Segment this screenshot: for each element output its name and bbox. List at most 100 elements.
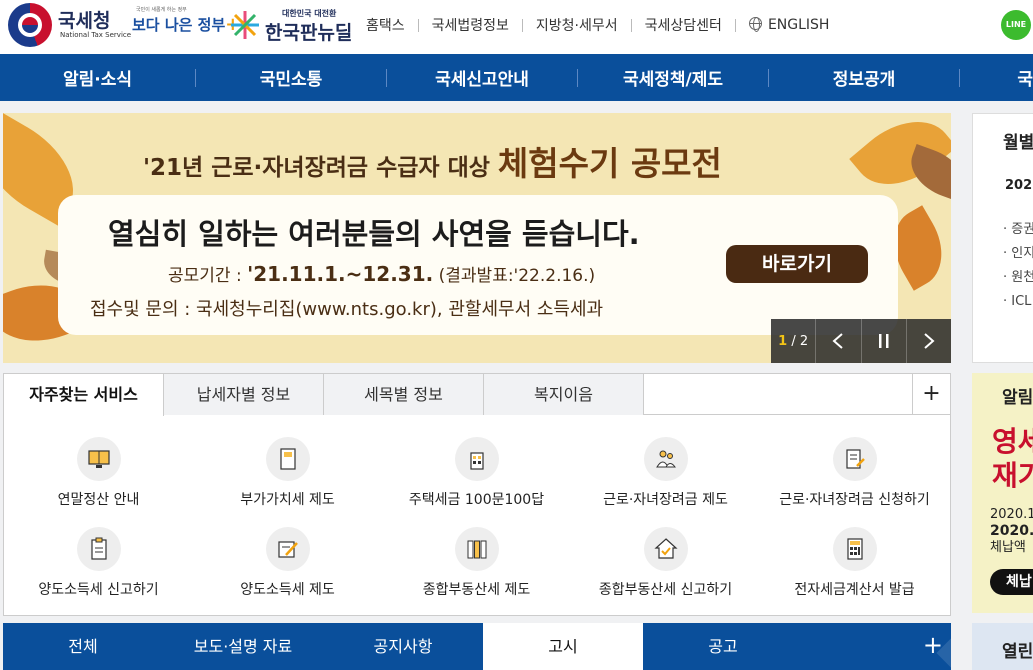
service-comprehensive-property-system[interactable]: 종합부동산세 제도 — [382, 527, 571, 599]
service-label: 종합부동산세 신고하기 — [598, 582, 733, 598]
service-year-end-settlement[interactable]: 연말정산 안내 — [4, 437, 193, 509]
better-government-tagline: 국민이 새롭게 하는 정부 — [136, 7, 187, 13]
nav-information[interactable]: 정보공개 — [769, 65, 959, 90]
better-government-text: 보다 나은 정부 — [132, 16, 226, 34]
banner-headline: 열심히 일하는 여러분들의 사연을 듣습니다. — [108, 217, 640, 251]
service-transfer-tax-file[interactable]: 양도소득세 신고하기 — [4, 527, 193, 599]
prev-slide-button[interactable] — [815, 319, 860, 363]
tab-frequent-services[interactable]: 자주찾는 서비스 — [4, 374, 164, 416]
house-check-icon — [643, 527, 688, 571]
link-regional-offices[interactable]: 지방청·세무서 — [536, 15, 618, 35]
panel-title: 알림 — [1002, 388, 1033, 408]
tab-tax-item-info[interactable]: 세목별 정보 — [324, 374, 484, 415]
nav-news[interactable]: 알림·소식 — [0, 65, 195, 90]
service-comprehensive-property-file[interactable]: 종합부동산세 신고하기 — [571, 527, 760, 599]
better-government-logo[interactable]: 국민이 새롭게 하는 정부 보다 나은 정부+ — [132, 7, 240, 35]
notice-more-button[interactable]: + — [923, 623, 943, 667]
banner-title-strong: 체험수기 공모전 — [497, 144, 722, 183]
banner-counter: 1 / 2 — [771, 319, 815, 363]
panel-title: 월별 — [1003, 133, 1033, 153]
service-label: 전자세금계산서 발급 — [794, 582, 915, 598]
list-item[interactable]: · 증권 — [1003, 218, 1033, 242]
list-item[interactable]: · 인지 — [1003, 242, 1033, 266]
divider — [630, 18, 632, 32]
promo-date: 2020.1 — [990, 523, 1033, 539]
banner-contact: 접수및 문의 : 국세청누리집(www.nts.go.kr), 관할세무서 소득… — [90, 299, 604, 320]
banner-go-button[interactable]: 바로가기 — [726, 245, 868, 283]
link-english-label: ENGLISH — [767, 17, 830, 33]
period-label: 공모기간 : — [168, 266, 242, 286]
counter-current: 1 — [778, 333, 788, 349]
banner-title-prefix: '21년 근로·자녀장려금 수급자 대상 — [143, 155, 490, 181]
nts-emblem-icon[interactable] — [8, 3, 52, 47]
list-item[interactable]: · ICL — [1003, 290, 1033, 314]
link-consult-center[interactable]: 국세상담센터 — [645, 15, 722, 35]
service-vat-system[interactable]: 부가가치세 제도 — [193, 437, 382, 509]
panel-year: 2021 — [1005, 178, 1033, 193]
promo-line: 영세 — [992, 425, 1033, 458]
open-panel[interactable]: 열린 — [972, 623, 1033, 670]
promo-date: 체납액 — [990, 540, 1026, 555]
service-label: 근로·자녀장려금 신청하기 — [779, 492, 930, 508]
panel-title: 열린 — [1002, 642, 1033, 662]
promo-big-text: 영세 재기 — [992, 425, 1033, 493]
service-transfer-tax-system[interactable]: 양도소득세 제도 — [193, 527, 382, 599]
monitor-book-icon — [76, 437, 121, 481]
logo-subtitle: National Tax Service — [60, 31, 132, 39]
service-e-tax-invoice[interactable]: 전자세금계산서 발급 — [760, 527, 949, 599]
banner-card: 열심히 일하는 여러분들의 사연을 듣습니다. 공모기간 : '21.11.1.… — [58, 195, 898, 335]
nav-communication[interactable]: 국민소통 — [196, 65, 386, 90]
services-more-button[interactable]: + — [912, 374, 950, 414]
building-icon — [454, 437, 499, 481]
nav-more[interactable]: 국 — [960, 65, 1033, 90]
promo-pill-button[interactable]: 체납 — [990, 569, 1033, 595]
period-note: (결과발표:'22.2.16.) — [438, 266, 596, 286]
counter-total: / 2 — [791, 333, 809, 349]
nav-tax-policy[interactable]: 국세정책/제도 — [578, 65, 768, 90]
service-label: 부가가치세 제도 — [240, 492, 335, 508]
pause-slide-button[interactable] — [860, 319, 906, 363]
notice-promo-panel[interactable]: 알림 영세 재기 2020.1 2020.1 체납액 체납 — [972, 373, 1033, 613]
service-incentive-apply[interactable]: 근로·자녀장려금 신청하기 — [760, 437, 949, 509]
tab-press[interactable]: 보도·설명 자료 — [163, 623, 323, 670]
newdeal-logo[interactable]: 한국판뉴딜 — [265, 18, 352, 45]
page: 국세청 National Tax Service 국민이 새롭게 하는 정부 보… — [0, 0, 1033, 670]
service-label: 연말정산 안내 — [57, 492, 140, 508]
chevron-left-icon — [832, 333, 844, 349]
monthly-list: · 증권 · 인지 · 원천 · ICL — [1003, 218, 1033, 314]
tab-taxpayer-info[interactable]: 납세자별 정보 — [164, 374, 324, 415]
promo-banner[interactable]: '21년 근로·자녀장려금 수급자 대상 체험수기 공모전 열심히 일하는 여러분… — [3, 113, 951, 363]
logo-text[interactable]: 국세청 — [58, 6, 110, 33]
next-slide-button[interactable] — [905, 319, 951, 363]
family-icon — [643, 437, 688, 481]
calculator-icon — [832, 527, 877, 571]
service-housing-tax-qa[interactable]: 주택세금 100문100답 — [382, 437, 571, 509]
link-english[interactable]: ENGLISH — [748, 17, 830, 33]
list-item[interactable]: · 원천 — [1003, 266, 1033, 290]
globe-icon — [748, 17, 762, 32]
link-hometax[interactable]: 홈택스 — [366, 15, 405, 35]
tab-spacer — [644, 374, 912, 414]
tab-all[interactable]: 전체 — [3, 623, 163, 670]
banner-period: 공모기간 : '21.11.1.~12.31. (결과발표:'22.2.16.) — [168, 261, 595, 286]
service-work-child-incentive[interactable]: 근로·자녀장려금 제도 — [571, 437, 760, 509]
service-label: 종합부동산세 제도 — [422, 582, 531, 598]
link-tax-law[interactable]: 국세법령정보 — [432, 15, 509, 35]
line-messenger-icon[interactable]: LINE — [1001, 10, 1031, 40]
divider — [417, 18, 419, 32]
divider — [521, 18, 523, 32]
tab-welfare[interactable]: 복지이음 — [484, 374, 644, 415]
monthly-tax-panel[interactable]: 월별 2021 · 증권 · 인지 · 원천 · ICL — [972, 113, 1033, 363]
period-value: '21.11.1.~12.31. — [247, 262, 434, 286]
service-label: 주택세금 100문100답 — [408, 492, 545, 508]
tab-announcements[interactable]: 공지사항 — [323, 623, 483, 670]
service-label: 양도소득세 제도 — [240, 582, 335, 598]
banner-title: '21년 근로·자녀장려금 수급자 대상 체험수기 공모전 — [143, 137, 722, 185]
service-label: 근로·자녀장려금 제도 — [603, 492, 728, 508]
top-header: 국세청 National Tax Service 국민이 새롭게 하는 정부 보… — [0, 0, 1033, 54]
tab-public-notice[interactable]: 공고 — [643, 623, 803, 670]
book-pen-icon — [265, 527, 310, 571]
tab-notification[interactable]: 고시 — [483, 623, 643, 670]
nav-tax-filing[interactable]: 국세신고안내 — [387, 65, 577, 90]
banner-controls: 1 / 2 — [771, 319, 951, 363]
